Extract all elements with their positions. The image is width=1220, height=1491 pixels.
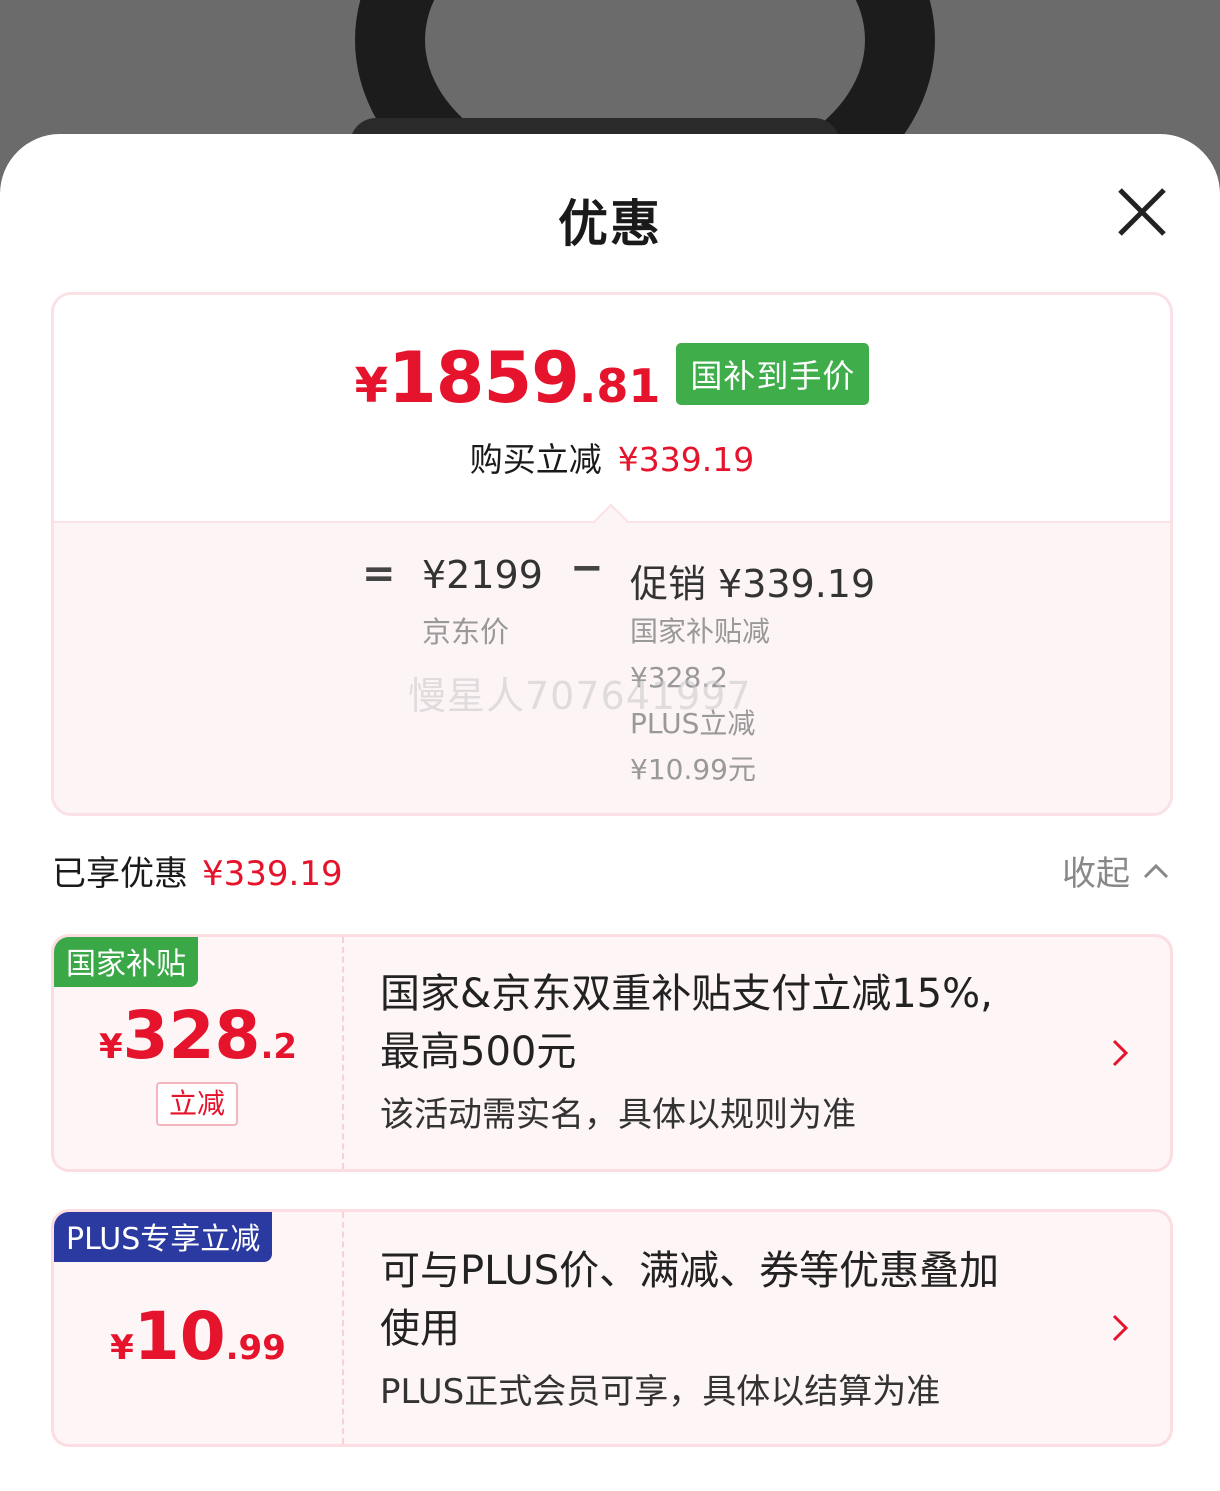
price-breakdown-card: ¥1859.81 国补到手价 购买立减 ¥339.19 = ¥2199 京东价 −… <box>51 292 1173 816</box>
coupon-amount-integer: 328 <box>122 997 261 1074</box>
saving-line: 购买立减 ¥339.19 <box>54 433 1170 481</box>
saving-label: 购买立减 <box>469 440 602 479</box>
final-price-decimal: .81 <box>578 359 661 413</box>
coupon-title: 国家&京东双重补贴支付立减15%, 最高500元 <box>380 965 1080 1081</box>
coupon-amount-currency: ¥ <box>110 1328 134 1368</box>
coupon-amount-currency: ¥ <box>98 1027 123 1067</box>
coupon-title-line: 使用 <box>380 1306 460 1352</box>
chevron-right-icon <box>1112 1314 1129 1342</box>
sheet-title: 优惠 <box>558 195 662 253</box>
jd-price: ¥2199 <box>422 553 543 597</box>
saving-amount: ¥339.19 <box>617 440 755 479</box>
promo-detail-line: ¥10.99元 <box>630 753 756 786</box>
coupon-national-subsidy[interactable]: ¥328.2 立减 国家补贴 国家&京东双重补贴支付立减15%, 最高500元 … <box>51 934 1173 1172</box>
final-price: ¥1859.81 <box>355 343 661 413</box>
jd-price-label: 京东价 <box>422 615 510 649</box>
promo-detail-line: PLUS立减 <box>630 707 756 740</box>
promo-detail-line: ¥328.2 <box>630 661 728 694</box>
promo-detail-line: 国家补贴减 <box>630 615 771 648</box>
coupon-tag: PLUS专享立减 <box>54 1212 273 1262</box>
close-icon <box>1118 188 1166 236</box>
promo-line: 促销 ¥339.19 <box>630 553 875 608</box>
coupon-description: PLUS正式会员可享，具体以结算为准 <box>380 1372 941 1412</box>
coupon-amount: ¥10.99 <box>54 1304 342 1370</box>
close-button[interactable] <box>1112 182 1172 242</box>
promo-label: 促销 <box>630 562 707 606</box>
coupon-description: 该活动需实名，具体以规则为准 <box>380 1095 856 1135</box>
subsidy-price-tag: 国补到手价 <box>676 343 870 405</box>
coupon-title: 可与PLUS价、满减、券等优惠叠加 使用 <box>380 1242 1080 1358</box>
coupon-plus-reduce[interactable]: ¥10.99 PLUS专享立减 可与PLUS价、满减、券等优惠叠加 使用 PLU… <box>51 1209 1173 1447</box>
promo-amount: ¥339.19 <box>718 562 876 606</box>
promo-details: 国家补贴减 ¥328.2 PLUS立减 ¥10.99元 <box>630 609 870 793</box>
chevron-right-icon <box>1112 1039 1129 1067</box>
enjoyed-discount: 已享优惠 ¥339.19 <box>52 846 343 895</box>
equals-sign: = <box>362 551 396 597</box>
price-breakdown: = ¥2199 京东价 − 促销 ¥339.19 国家补贴减 ¥328.2 PLU… <box>54 503 1170 813</box>
collapse-label: 收起 <box>1062 854 1130 894</box>
coupon-amount-decimal: .2 <box>260 1027 298 1067</box>
coupon-title-line: 可与PLUS价、满减、券等优惠叠加 <box>380 1248 1000 1294</box>
coupon-amount: ¥328.2 <box>54 1003 342 1069</box>
coupon-title-line: 最高500元 <box>380 1029 577 1075</box>
breakdown-notch <box>592 503 630 541</box>
coupon-amount-decimal: .99 <box>225 1328 286 1368</box>
coupon-tag: 国家补贴 <box>54 937 198 987</box>
discount-bottom-sheet: 优惠 ¥1859.81 国补到手价 购买立减 ¥339.19 = ¥2199 京东… <box>0 134 1220 1491</box>
final-price-integer: 1859 <box>388 337 580 419</box>
enjoyed-amount: ¥339.19 <box>202 854 343 894</box>
coupon-title-line: 国家&京东双重补贴支付立减15%, <box>380 971 993 1017</box>
coupon-amount-integer: 10 <box>133 1298 226 1375</box>
collapse-toggle[interactable]: 收起 <box>1062 846 1170 895</box>
final-price-currency: ¥ <box>354 358 389 414</box>
minus-sign: − <box>570 545 604 591</box>
chevron-up-icon <box>1143 863 1169 878</box>
instant-reduce-badge: 立减 <box>156 1082 238 1126</box>
final-price-row: ¥1859.81 国补到手价 <box>54 343 1170 413</box>
enjoyed-label: 已享优惠 <box>52 854 188 894</box>
